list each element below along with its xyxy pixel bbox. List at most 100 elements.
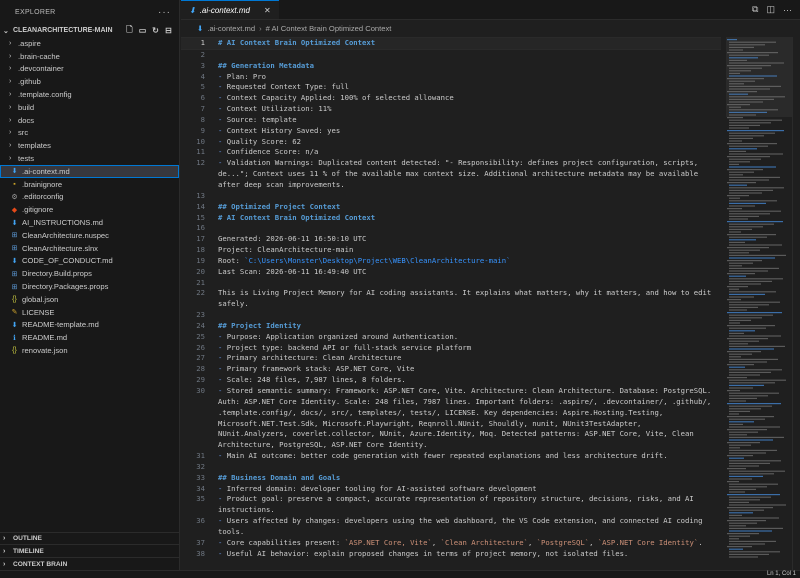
folder-item[interactable]: › templates <box>0 139 179 152</box>
code-line[interactable]: 29 - Scale: 248 files, 7,987 lines, 8 fol… <box>181 375 721 386</box>
code-line[interactable]: 27 - Primary architecture: Clean Architec… <box>181 353 721 364</box>
minimap-line <box>729 421 754 423</box>
token: ## Generation Metadata <box>218 60 315 70</box>
outline-panel[interactable]: › OUTLINE <box>0 531 180 545</box>
minimap-line <box>729 309 747 311</box>
code-line[interactable]: 37 - Core capabilities present: `ASP.NET … <box>181 538 721 549</box>
code-line[interactable]: 25 - Purpose: Application organized aroun… <box>181 332 721 343</box>
folder-item[interactable]: › .brain-cache <box>0 50 179 63</box>
token: Inferred domain: developer tooling for A… <box>226 483 537 493</box>
minimap-line <box>729 384 764 386</box>
code-line[interactable]: 30 - Stored semantic summary: Framework: … <box>181 386 721 451</box>
file-item[interactable]: ⬇ CODE_OF_CONDUCT.md <box>0 255 179 268</box>
xml-file-icon: ⊞ <box>11 270 18 278</box>
code-line[interactable]: 12 - Validation Warnings: Duplicated cont… <box>181 158 721 191</box>
code-line[interactable]: 14 ## Optimized Project Context <box>181 202 721 213</box>
file-item[interactable]: ℹ README.md <box>0 331 179 344</box>
refresh-icon[interactable]: ↻ <box>151 26 160 35</box>
code-line[interactable]: 18 Project: CleanArchitecture-main <box>181 245 721 256</box>
more-actions-icon[interactable]: ··· <box>783 5 792 15</box>
file-item[interactable]: ⊞ CleanArchitecture.slnx <box>0 242 179 255</box>
code-line[interactable]: 1 # AI Context Brain Optimized Context <box>181 37 721 50</box>
code-line[interactable]: 5 - Requested Context Type: full <box>181 82 721 93</box>
file-item[interactable]: ⚙ .editorconfig <box>0 191 179 204</box>
code-line[interactable]: 21 <box>181 278 721 289</box>
token: `Clean Architecture` <box>440 537 528 547</box>
minimap-line <box>729 491 745 493</box>
code-line[interactable]: 20 Last Scan: 2026-06-11 16:49:40 UTC <box>181 267 721 278</box>
folder-item[interactable]: › .template.config <box>0 88 179 101</box>
file-item[interactable]: ⬇ .ai-context.md <box>0 164 179 178</box>
code-line[interactable]: 32 <box>181 462 721 473</box>
close-icon[interactable]: ✕ <box>264 6 271 15</box>
minimap[interactable] <box>726 37 792 570</box>
code-line[interactable]: 36 - Users affected by changes: developer… <box>181 516 721 538</box>
file-item[interactable]: ▪ .brainignore <box>0 178 179 191</box>
code-line[interactable]: 2 <box>181 50 721 61</box>
code-line[interactable]: 7 - Context Utilization: 11% <box>181 104 721 115</box>
file-item[interactable]: ◆ .gitignore <box>0 203 179 216</box>
file-item[interactable]: ⬇ README-template.md <box>0 319 179 332</box>
code-line[interactable]: 16 <box>181 223 721 234</box>
code-line[interactable]: 19 Root: `C:\Users\Monster\Desktop\Projec… <box>181 256 721 267</box>
new-file-icon[interactable]: 🗋 <box>125 25 134 35</box>
code-line[interactable]: 31 - Main AI outcome: better code generat… <box>181 451 721 462</box>
code-line[interactable]: 38 - Useful AI behavior: explain proposed… <box>181 549 721 560</box>
chevron-right-icon: › <box>9 155 12 163</box>
code-line[interactable]: 9 - Context History Saved: yes <box>181 126 721 137</box>
file-item[interactable]: ⊞ CleanArchitecture.nuspec <box>0 229 179 242</box>
cursor-position[interactable]: Ln 1, Col 1 <box>767 571 796 578</box>
code-line[interactable]: 8 - Source: template <box>181 115 721 126</box>
split-editor-icon[interactable]: ◫ <box>766 4 775 15</box>
code-line[interactable]: 4 - Plan: Pro <box>181 72 721 83</box>
tab-ai-context[interactable]: ⬇ .ai-context.md ✕ <box>181 0 279 19</box>
file-item[interactable]: ⊞ Directory.Packages.props <box>0 280 179 293</box>
code-line[interactable]: 10 - Quality Score: 62 <box>181 137 721 148</box>
breadcrumb-symbol[interactable]: # AI Context Brain Optimized Context <box>266 24 392 33</box>
workspace-root[interactable]: ⌄ CLEANARCHITECTURE-MAIN 🗋 ▭ ↻ ⊟ <box>0 24 179 37</box>
line-number: 7 <box>200 104 205 114</box>
file-item[interactable]: {} global.json <box>0 293 179 306</box>
collapse-all-icon[interactable]: ⊟ <box>164 26 173 35</box>
code-line[interactable]: 35 - Product goal: preserve a compact, ac… <box>181 494 721 516</box>
file-item[interactable]: ⬇ AI_INSTRUCTIONS.md <box>0 216 179 229</box>
folder-item[interactable]: › .github <box>0 75 179 88</box>
file-item[interactable]: ⊞ Directory.Build.props <box>0 267 179 280</box>
item-label: renovate.json <box>22 346 68 356</box>
code-line[interactable]: 34 - Inferred domain: developer tooling f… <box>181 484 721 495</box>
folder-item[interactable]: › .devcontainer <box>0 63 179 76</box>
code-line[interactable]: 26 - Project type: backend API or full-st… <box>181 343 721 354</box>
code-line[interactable]: 6 - Context Capacity Applied: 100% of sel… <box>181 93 721 104</box>
file-item[interactable]: {} renovate.json <box>0 344 179 357</box>
code-line[interactable]: 15 # AI Context Brain Optimized Context <box>181 213 721 224</box>
minimap-viewport[interactable] <box>726 37 792 117</box>
folder-item[interactable]: › build <box>0 101 179 114</box>
code-line[interactable]: 23 <box>181 310 721 321</box>
code-line[interactable]: 11 - Confidence Score: n/a <box>181 147 721 158</box>
timeline-panel[interactable]: › TIMELINE <box>0 544 180 557</box>
folder-item[interactable]: › .aspire <box>0 37 179 50</box>
item-label: LICENSE <box>22 307 55 317</box>
token: Generated: 2026-06-11 16:50:10 UTC <box>218 234 367 244</box>
context-brain-panel[interactable]: › CONTEXT BRAIN <box>0 557 180 570</box>
line-text: # AI Context Brain Optimized Context <box>218 213 713 224</box>
folder-item[interactable]: › tests <box>0 152 179 165</box>
code-line[interactable]: 24 ## Project Identity <box>181 321 721 332</box>
open-preview-icon[interactable]: ⧉ <box>752 4 758 15</box>
breadcrumb-file[interactable]: .ai-context.md <box>207 24 255 33</box>
code-editor[interactable]: 1 # AI Context Brain Optimized Context 2 3… <box>181 37 721 560</box>
code-line[interactable]: 22 This is Living Project Memory for AI c… <box>181 288 721 310</box>
folder-item[interactable]: › docs <box>0 114 179 127</box>
code-line[interactable]: 3 ## Generation Metadata <box>181 61 721 72</box>
vertical-scrollbar[interactable] <box>792 37 800 570</box>
code-line[interactable]: 33 ## Business Domain and Goals <box>181 473 721 484</box>
new-folder-icon[interactable]: ▭ <box>138 26 147 35</box>
minimap-line <box>729 358 778 360</box>
item-label: .gitignore <box>22 205 54 215</box>
file-item[interactable]: ✎ LICENSE <box>0 306 179 319</box>
folder-item[interactable]: › src <box>0 127 179 140</box>
code-line[interactable]: 17 Generated: 2026-06-11 16:50:10 UTC <box>181 234 721 245</box>
ellipsis-icon[interactable]: ··· <box>158 7 171 18</box>
code-line[interactable]: 28 - Primary framework stack: ASP.NET Cor… <box>181 364 721 375</box>
code-line[interactable]: 13 <box>181 191 721 202</box>
